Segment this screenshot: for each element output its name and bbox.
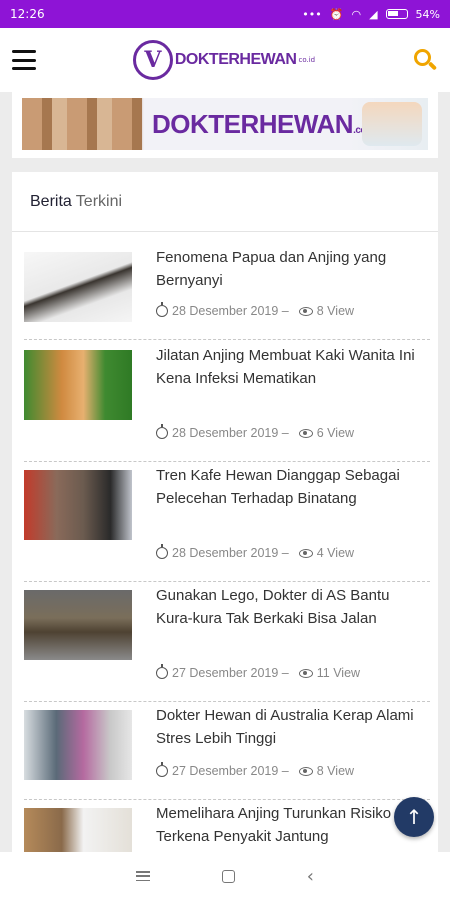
battery-icon — [385, 9, 408, 19]
recent-apps-icon[interactable] — [135, 871, 150, 881]
article-item[interactable]: Gunakan Lego, Dokter di AS Bantu Kura-ku… — [24, 582, 430, 702]
article-date: 27 Desember 2019 – — [172, 764, 289, 778]
eye-icon — [298, 548, 313, 558]
clock-icon — [156, 424, 168, 439]
eye-icon — [298, 766, 313, 776]
article-date: 28 Desember 2019 – — [172, 546, 289, 560]
article-title[interactable]: Jilatan Anjing Membuat Kaki Wanita Ini K… — [156, 344, 426, 390]
home-icon[interactable] — [221, 869, 235, 883]
article-title[interactable]: Tren Kafe Hewan Dianggap Sebagai Peleceh… — [156, 464, 426, 510]
logo-suffix: co.id — [298, 56, 316, 64]
wifi-icon: ◠ — [351, 7, 362, 21]
status-icons: ••• ⏰ ◠ ◢ 54% — [302, 8, 440, 21]
article-meta: 28 Desember 2019 – 8 View — [156, 302, 355, 318]
article-meta: 28 Desember 2019 – 4 View — [156, 544, 355, 560]
article-date: 28 Desember 2019 – — [172, 304, 289, 318]
logo-emblem-icon: V — [132, 40, 173, 80]
article-thumbnail[interactable] — [24, 590, 132, 660]
article-item[interactable]: Dokter Hewan di Australia Kerap Alami St… — [24, 702, 430, 800]
article-thumbnail[interactable] — [24, 470, 132, 540]
logo-text: DOKTERHEWAN — [174, 51, 297, 68]
scroll-to-top-button[interactable]: ↑ — [394, 797, 434, 837]
article-title[interactable]: Gunakan Lego, Dokter di AS Bantu Kura-ku… — [156, 584, 426, 630]
section-title-rest: Terkini — [75, 192, 123, 210]
article-title[interactable]: Fenomena Papua dan Anjing yang Bernyanyi — [156, 246, 426, 292]
banner-container: DOKTERHEWAN.co.id — [12, 92, 438, 158]
article-thumbnail[interactable] — [24, 350, 132, 420]
article-title[interactable]: Memelihara Anjing Turunkan Risiko Terken… — [156, 802, 426, 848]
clock-icon — [156, 544, 168, 559]
article-item[interactable]: Jilatan Anjing Membuat Kaki Wanita Ini K… — [24, 340, 430, 462]
alarm-icon: ⏰ — [329, 7, 344, 21]
section-title-bold: Berita — [30, 192, 72, 210]
article-title[interactable]: Dokter Hewan di Australia Kerap Alami St… — [156, 704, 426, 750]
system-navigation-bar: ‹ — [0, 852, 450, 900]
banner-title: DOKTERHEWAN.co.id — [152, 108, 377, 139]
article-views: 8 View — [316, 764, 355, 778]
article-date: 28 Desember 2019 – — [172, 426, 289, 440]
article-meta: 28 Desember 2019 – 6 View — [156, 424, 355, 440]
article-item[interactable]: Memelihara Anjing Turunkan Risiko Terken… — [24, 800, 430, 852]
more-icon: ••• — [302, 7, 322, 21]
article-date: 27 Desember 2019 – — [172, 666, 289, 680]
site-logo[interactable]: V DOKTERHEWAN co.id — [132, 40, 316, 80]
article-views: 8 View — [316, 304, 355, 318]
back-icon[interactable]: ‹ — [307, 866, 314, 887]
hamburger-menu-icon[interactable] — [12, 50, 36, 70]
article-thumbnail[interactable] — [24, 252, 132, 322]
article-meta: 27 Desember 2019 – 8 View — [156, 762, 355, 778]
arrow-up-icon: ↑ — [405, 805, 423, 829]
status-bar: 12:26 ••• ⏰ ◠ ◢ 54% — [0, 0, 450, 28]
article-thumbnail[interactable] — [24, 710, 132, 780]
article-views: 11 View — [316, 666, 361, 680]
battery-percent: 54% — [415, 7, 440, 21]
article-item[interactable]: Fenomena Papua dan Anjing yang Bernyanyi… — [24, 242, 430, 340]
app-bar: V DOKTERHEWAN co.id — [0, 28, 450, 92]
eye-icon — [298, 668, 313, 678]
article-item[interactable]: Tren Kafe Hewan Dianggap Sebagai Peleceh… — [24, 462, 430, 582]
article-views: 6 View — [316, 426, 355, 440]
article-meta: 27 Desember 2019 – 11 View — [156, 664, 361, 680]
search-icon[interactable] — [412, 47, 438, 73]
clock-icon — [156, 762, 168, 777]
eye-icon — [298, 428, 313, 438]
news-card: Berita Terkini Fenomena Papua dan Anjing… — [12, 172, 438, 852]
section-title: Berita Terkini — [12, 172, 438, 232]
eye-icon — [298, 306, 313, 316]
article-thumbnail[interactable] — [24, 808, 132, 852]
promo-banner[interactable]: DOKTERHEWAN.co.id — [22, 98, 428, 150]
clock-icon — [156, 302, 168, 317]
banner-cats-image — [22, 98, 142, 150]
signal-icon: ◢ — [369, 7, 378, 21]
banner-vet-image — [362, 102, 422, 146]
status-time: 12:26 — [10, 7, 45, 21]
clock-icon — [156, 664, 168, 679]
article-views: 4 View — [316, 546, 355, 560]
